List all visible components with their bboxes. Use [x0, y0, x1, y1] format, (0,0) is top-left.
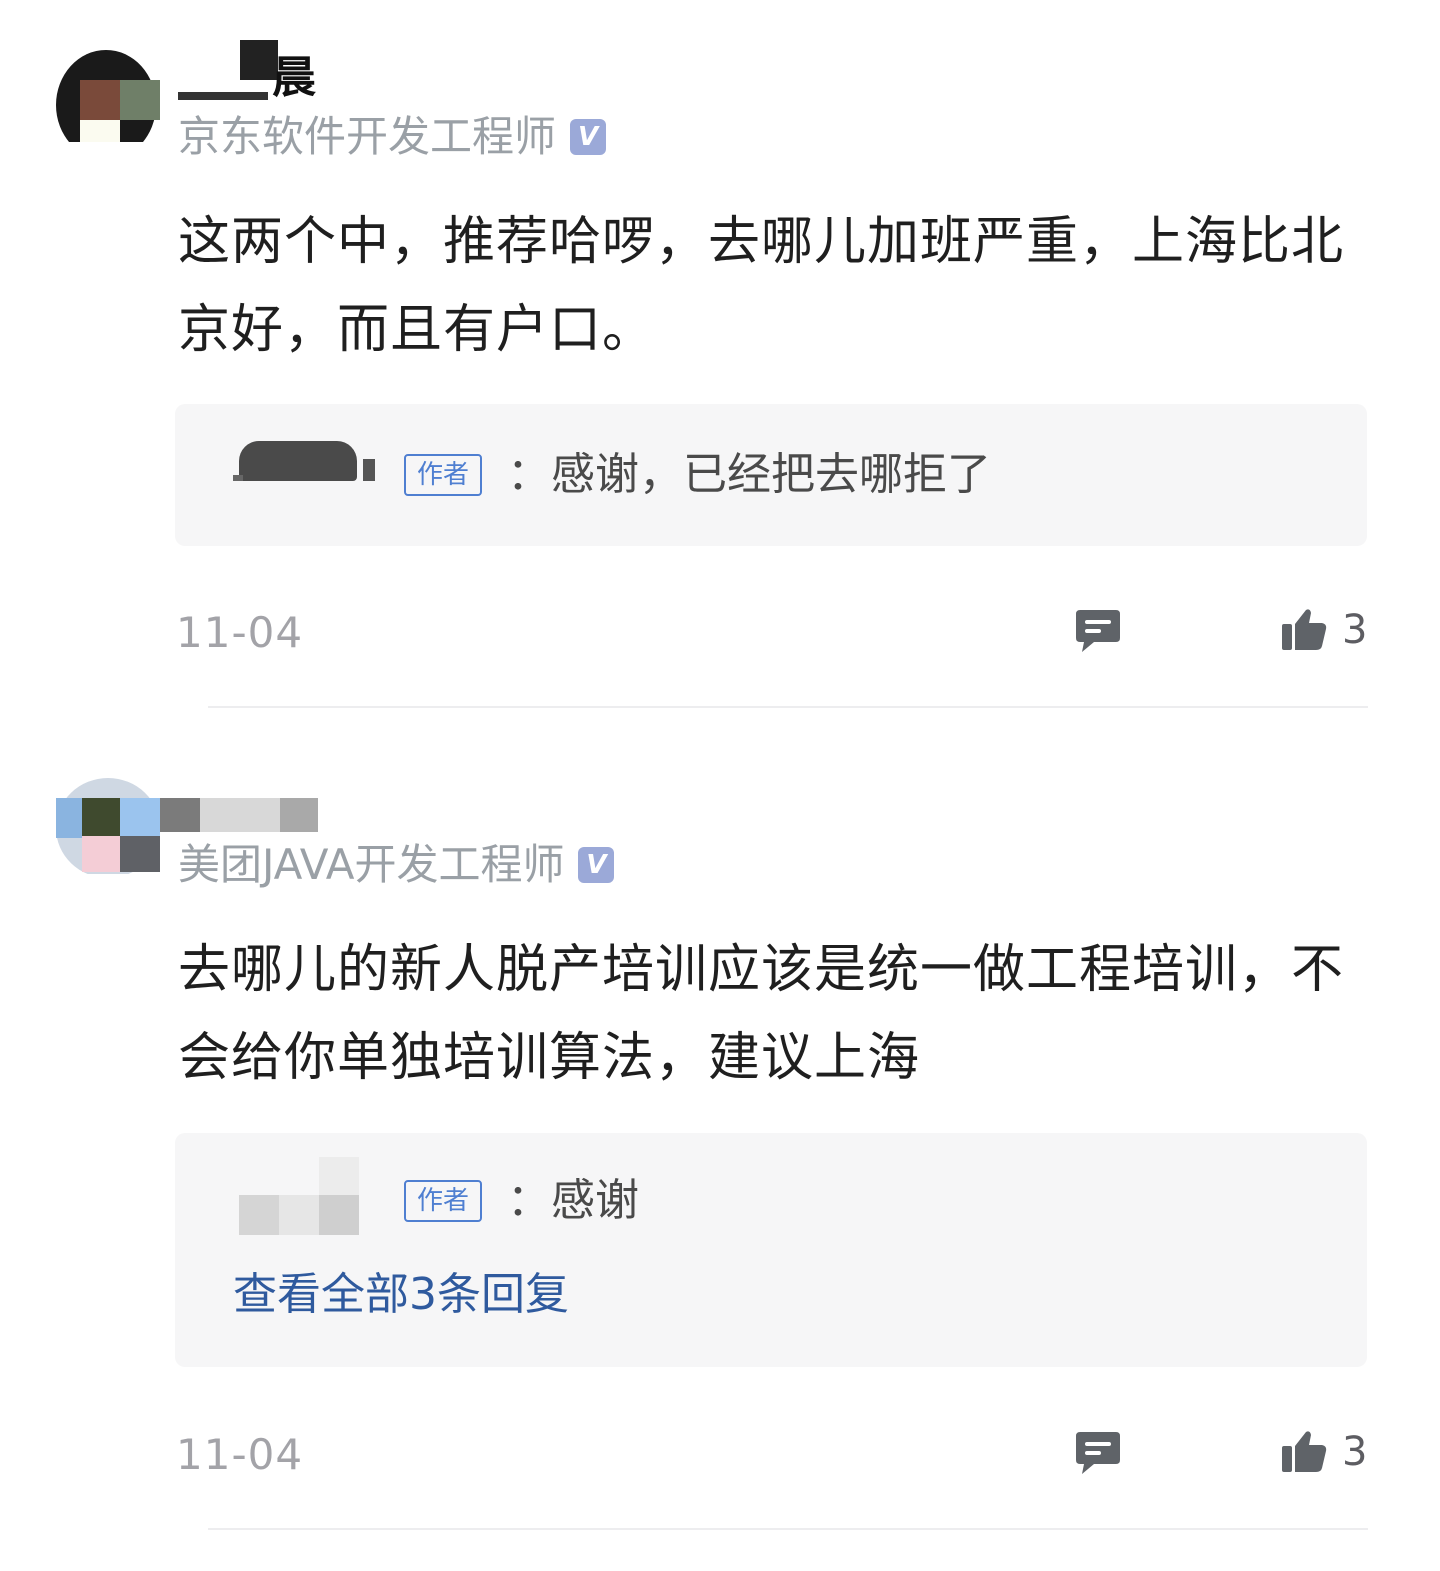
- view-all-replies-link[interactable]: 查看全部3条回复: [233, 1267, 569, 1323]
- author-title: 美团JAVA开发工程师 V: [178, 840, 615, 890]
- comment-body: 这两个中，推荐哈啰，去哪儿加班严重，上海比北京好，而且有户口。: [178, 212, 1345, 360]
- divider: [208, 706, 1368, 708]
- reply-item[interactable]: 作者 ：感谢，已经把去哪拒了: [175, 441, 1367, 505]
- comment-date: 11-04: [176, 608, 304, 657]
- author-tag: 作者: [404, 454, 482, 496]
- comment-bubble-icon[interactable]: [1074, 1430, 1122, 1476]
- comment-bubble-icon[interactable]: [1074, 608, 1122, 654]
- comment-item: 美团JAVA开发工程师 V 去哪儿的新人脱产培训应该是统一做工程培训，不会给你单…: [0, 710, 1440, 1571]
- reply-text: ：感谢: [507, 1175, 639, 1226]
- author-title: 京东软件开发工程师 V: [178, 112, 607, 162]
- divider: [208, 1528, 1368, 1530]
- comment-footer: 11-04 3: [0, 598, 1440, 668]
- verified-badge-icon: V: [570, 119, 607, 155]
- reply-author-name[interactable]: [233, 441, 383, 505]
- reply-box[interactable]: 作者 ：感谢，已经把去哪拒了: [175, 404, 1367, 546]
- reply-author-name[interactable]: [233, 1157, 383, 1235]
- verified-badge-icon: V: [578, 847, 615, 883]
- comment-footer: 11-04 3: [0, 1420, 1440, 1490]
- comment-date: 11-04: [176, 1430, 304, 1479]
- comment-body: 去哪儿的新人脱产培训应该是统一做工程培训，不会给你单独培训算法，建议上海: [178, 940, 1345, 1088]
- thumbs-up-icon: [1280, 1428, 1328, 1476]
- reply-item[interactable]: 作者 ：感谢: [175, 1157, 1367, 1235]
- like-count: 3: [1342, 607, 1368, 653]
- avatar[interactable]: [54, 46, 160, 142]
- reply-text: ：感谢，已经把去哪拒了: [507, 449, 991, 500]
- reply-box[interactable]: 作者 ：感谢 查看全部3条回复: [175, 1133, 1367, 1367]
- author-tag: 作者: [404, 1180, 482, 1222]
- author-title-text: 美团JAVA开发工程师: [178, 840, 565, 889]
- author-title-text: 京东软件开发工程师: [178, 112, 557, 161]
- like-count: 3: [1342, 1429, 1368, 1475]
- comment-item: 晨 京东软件开发工程师 V 这两个中，推荐哈啰，去哪儿加班严重，上海比北京好，而…: [0, 0, 1440, 710]
- author-name-text: 晨: [272, 52, 316, 103]
- avatar[interactable]: [56, 778, 160, 874]
- author-name[interactable]: 晨: [178, 40, 378, 104]
- thumbs-up-icon: [1280, 606, 1328, 654]
